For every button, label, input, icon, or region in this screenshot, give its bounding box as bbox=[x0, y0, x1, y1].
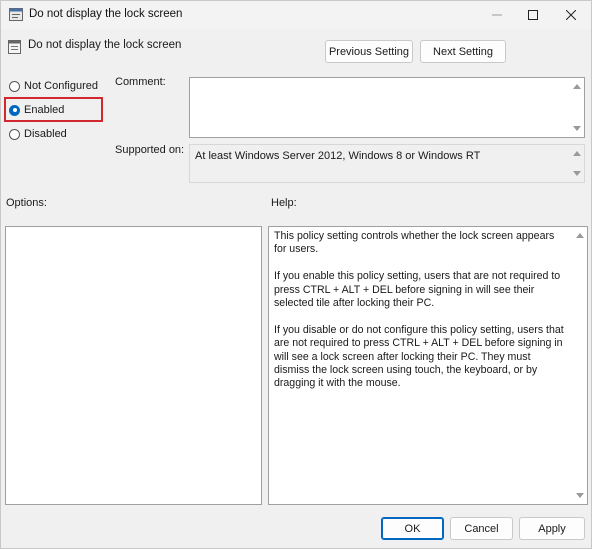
help-paragraph: If you disable or do not configure this … bbox=[274, 323, 564, 390]
close-button[interactable] bbox=[551, 1, 591, 29]
title-bar: Do not display the lock screen bbox=[1, 1, 591, 29]
scroll-down-icon[interactable] bbox=[576, 493, 584, 498]
previous-setting-button[interactable]: Previous Setting bbox=[325, 40, 413, 63]
minimize-button[interactable] bbox=[477, 1, 517, 29]
comment-scrollbar[interactable] bbox=[570, 78, 584, 137]
radio-label: Disabled bbox=[24, 128, 67, 140]
options-pane bbox=[5, 226, 262, 505]
radio-not-configured[interactable]: Not Configured bbox=[9, 78, 98, 94]
scroll-up-icon[interactable] bbox=[573, 84, 581, 89]
apply-button[interactable]: Apply bbox=[519, 517, 585, 540]
comment-field[interactable] bbox=[189, 77, 585, 138]
radio-label: Not Configured bbox=[24, 80, 98, 92]
cancel-button[interactable]: Cancel bbox=[450, 517, 513, 540]
scroll-up-icon[interactable] bbox=[576, 233, 584, 238]
radio-button[interactable] bbox=[9, 80, 20, 92]
scroll-down-icon[interactable] bbox=[573, 171, 581, 176]
supported-scrollbar[interactable] bbox=[570, 145, 584, 182]
help-paragraph: If you enable this policy setting, users… bbox=[274, 270, 561, 310]
supported-on-value: At least Windows Server 2012, Windows 8 … bbox=[195, 150, 481, 162]
help-label: Help: bbox=[271, 197, 297, 209]
comment-label: Comment: bbox=[115, 76, 166, 88]
next-setting-button[interactable]: Next Setting bbox=[420, 40, 506, 63]
scroll-up-icon[interactable] bbox=[573, 151, 581, 156]
supported-on-label: Supported on: bbox=[115, 144, 185, 156]
policy-settings-icon bbox=[9, 8, 23, 21]
policy-dialog: Do not display the lock screen Do not di… bbox=[0, 0, 592, 549]
window-title: Do not display the lock screen bbox=[29, 8, 183, 20]
policy-document-icon bbox=[8, 40, 21, 54]
scroll-down-icon[interactable] bbox=[573, 126, 581, 131]
radio-button[interactable] bbox=[9, 128, 20, 140]
highlight-annotation bbox=[4, 97, 103, 122]
help-scrollbar[interactable] bbox=[573, 227, 587, 504]
help-pane: This policy setting controls whether the… bbox=[268, 226, 588, 505]
radio-disabled[interactable]: Disabled bbox=[9, 126, 67, 142]
help-text: This policy setting controls whether the… bbox=[274, 230, 568, 404]
policy-name: Do not display the lock screen bbox=[28, 39, 182, 51]
supported-on-field: At least Windows Server 2012, Windows 8 … bbox=[189, 144, 585, 183]
maximize-button[interactable] bbox=[513, 1, 553, 29]
options-label: Options: bbox=[6, 197, 47, 209]
ok-button[interactable]: OK bbox=[381, 517, 444, 540]
help-paragraph: This policy setting controls whether the… bbox=[274, 230, 555, 256]
